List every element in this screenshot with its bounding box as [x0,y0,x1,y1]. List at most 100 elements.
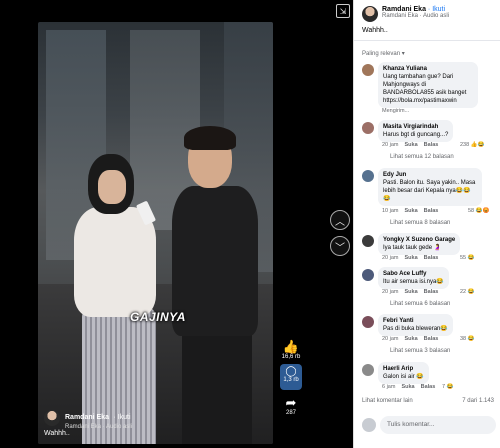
audio-label[interactable]: Ramdani Eka · Audio asli [65,424,132,430]
follow-link[interactable]: · Ikuti [428,6,445,13]
reaction-count[interactable]: 22 😂 [460,289,475,295]
comment-time[interactable]: 10 jam [382,208,399,214]
comment-time[interactable]: 20 jam [382,289,399,295]
author-name[interactable]: Ramdani Eka [382,6,426,13]
avatar[interactable] [362,122,374,134]
view-replies-link[interactable]: Lihat semua 6 balasan [390,301,450,307]
commenter-name[interactable]: Febri Yanti [383,317,448,325]
comment-text: Uang tambahan gue? Dari Mahjongways di B… [383,74,467,104]
comment-text: Galon isi air 😂 [383,374,424,380]
commenter-name[interactable]: Sabo Ace Luffy [383,270,444,278]
author-name[interactable]: Ramdani Eka [65,414,109,421]
commenter-name[interactable]: Edy Jun [383,171,477,179]
follow-link[interactable]: · Ikuti [113,414,130,421]
avatar[interactable] [362,316,374,328]
reply-link[interactable]: Balas [424,289,439,295]
reply-link[interactable]: Balas [424,208,439,214]
reaction-number: 55 [460,255,467,261]
reply-link[interactable]: Balas [424,336,439,342]
like-comment-link[interactable]: Suka [405,142,418,148]
chevron-up-icon: ︿ [335,216,345,228]
person-left-face [98,170,126,204]
comment-meta: 6 jam Suka Balas [382,384,435,390]
share-icon: ➦ [285,395,297,410]
comment-time[interactable]: 20 jam [382,336,399,342]
comment-bubble: Febri Yanti Pas di buka bleweran😂 [378,314,453,336]
video-viewer: GAJINYA Ramdani Eka · Ikuti Ramdani Eka … [0,0,353,448]
audio-label[interactable]: Ramdani Eka · Audio asli [382,13,449,19]
avatar[interactable] [362,269,374,281]
reaction-icons: 😂😡 [475,208,490,214]
comment-icon: ◯ [285,366,297,377]
comment-time[interactable]: 6 jam [382,384,395,390]
reply-link[interactable]: Balas [421,384,436,390]
next-video-button[interactable]: ﹀ [330,236,350,256]
comment-bubble: Masita Virgiarindah Harus bgt di guncang… [378,120,454,142]
avatar[interactable] [362,6,378,22]
commenter-name[interactable]: Masita Virgiarindah [383,123,448,131]
comment-text: Itu air semua isi.nya😂 [383,279,444,285]
like-comment-link[interactable]: Suka [405,289,418,295]
commenter-name[interactable]: Haerli Arip [383,365,424,373]
previous-video-button[interactable]: ︿ [330,210,350,230]
reaction-number: 22 [460,289,467,295]
comment-meta: 10 jam Suka Balas [382,208,438,214]
reaction-count[interactable]: 55 😂 [460,255,475,261]
reaction-number: 38 [460,336,467,342]
comments-panel: Ramdani Eka · Ikuti Ramdani Eka · Audio … [353,0,500,448]
comment-status: Mengirim... [382,108,410,114]
reaction-count[interactable]: 7 😂 [442,384,453,390]
comment-bubble: Haerli Arip Galon isi air 😂 [378,362,429,384]
comment-count: 1,3 rb [283,377,299,383]
reaction-number: 238 [460,142,470,148]
comment-time[interactable]: 20 jam [382,142,399,148]
reaction-count[interactable]: 38 😂 [460,336,475,342]
avatar[interactable] [362,364,374,376]
comment-count-label: 7 dari 1.143 [462,398,494,404]
video-player[interactable]: GAJINYA Ramdani Eka · Ikuti Ramdani Eka … [38,22,273,444]
panel-header: Ramdani Eka · Ikuti Ramdani Eka · Audio … [362,6,449,22]
view-more-comments-link[interactable]: Lihat komentar lain [362,398,413,404]
sort-dropdown[interactable]: Paling relevan ▾ [362,50,405,57]
chevron-down-icon: ﹀ [335,242,345,254]
commenter-name[interactable]: Khanza Yuliana [383,65,473,73]
avatar [362,418,376,432]
avatar[interactable] [44,410,60,426]
comment-bubble: Sabo Ace Luffy Itu air semua isi.nya😂 [378,267,449,289]
expand-icon[interactable]: ⇲ [336,4,350,18]
comment-input[interactable]: Tulis komentar... [380,416,496,434]
comment-bubble: Edy Jun Pasti. Balon itu. Saya yakin.. M… [378,168,482,206]
comment-text: Pasti. Balon itu. Saya yakin.. Masa lebi… [383,180,476,202]
reaction-icons: 😂 [467,289,475,295]
thumbs-up-icon: 👍 [282,339,300,354]
commenter-name[interactable]: Yongky X Suzeno Garage [383,236,455,244]
comment-meta: 20 jam Suka Balas [382,255,438,261]
reaction-count[interactable]: 238 👍😂 [460,142,484,148]
person-right-hair [184,126,236,150]
view-replies-link[interactable]: Lihat semua 12 balasan [390,154,454,160]
view-replies-link[interactable]: Lihat semua 8 balasan [390,220,450,226]
comment-time[interactable]: 20 jam [382,255,399,261]
post-caption: Wahhh.. [362,27,388,34]
avatar[interactable] [362,64,374,76]
avatar[interactable] [362,170,374,182]
share-button[interactable]: ➦ 287 [280,395,302,417]
reaction-count[interactable]: 58 😂😡 [468,208,489,214]
reply-link[interactable]: Balas [424,142,439,148]
comment-bubble: Yongky X Suzeno Garage Iya tauk tauk ged… [378,233,461,255]
like-comment-link[interactable]: Suka [405,255,418,261]
view-replies-link[interactable]: Lihat semua 3 balasan [390,348,450,354]
reply-link[interactable]: Balas [424,255,439,261]
reaction-number: 58 [468,208,475,214]
like-comment-link[interactable]: Suka [405,336,418,342]
video-caption: Wahhh.. [44,430,70,437]
comment-button[interactable]: ◯ 1,3 rb [280,364,302,390]
like-button[interactable]: 👍 16,6 rb [280,339,302,361]
avatar[interactable] [362,235,374,247]
like-comment-link[interactable]: Suka [401,384,414,390]
like-comment-link[interactable]: Suka [405,208,418,214]
comment-composer: Tulis komentar... [362,414,498,436]
comment-text: Harus bgt di guncang...? [383,132,449,138]
comment-text: Pas di buka bleweran😂 [383,326,448,332]
reaction-icons: 😂 [446,384,454,390]
